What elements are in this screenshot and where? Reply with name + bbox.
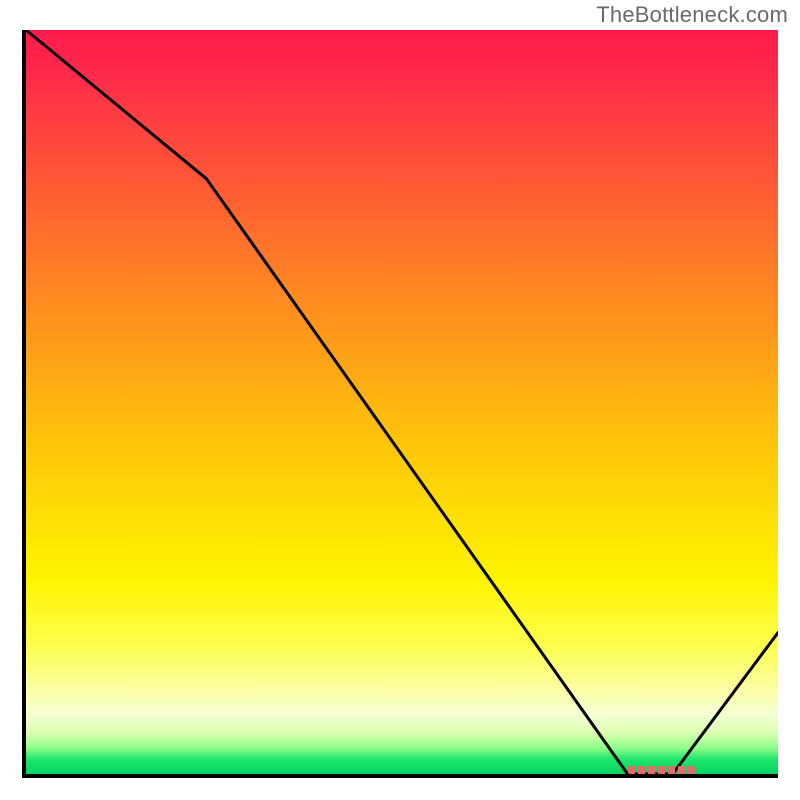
attribution-text: TheBottleneck.com [596,2,788,28]
plot-area [22,30,778,778]
curve-svg [26,30,778,774]
bottleneck-curve-path [26,30,778,774]
chart-wrapper: TheBottleneck.com [0,0,800,800]
optimal-range-marker [628,766,696,774]
